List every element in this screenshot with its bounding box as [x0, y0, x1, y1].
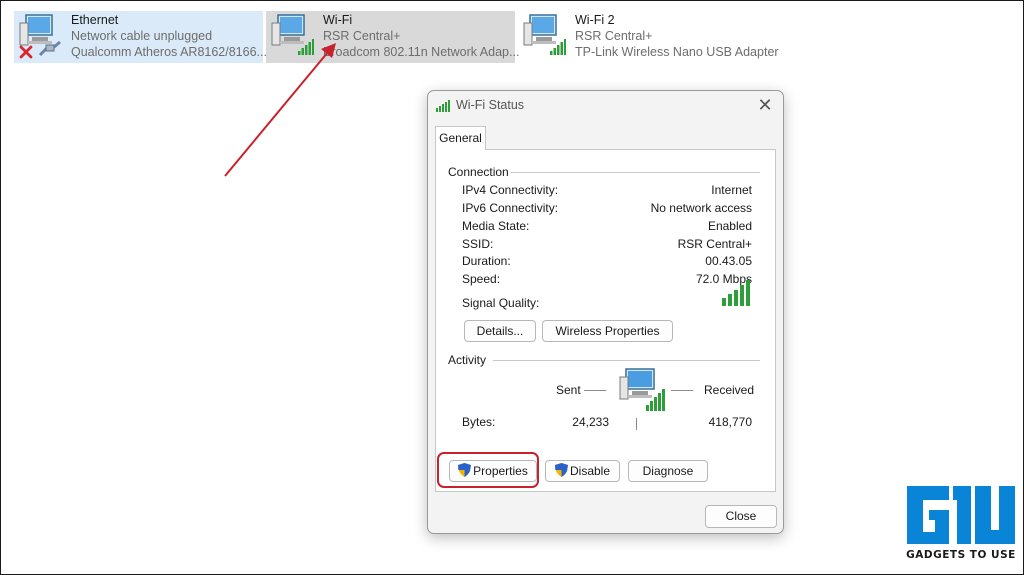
divider	[671, 390, 693, 391]
dialog-titlebar[interactable]: Wi-Fi Status ✕	[428, 91, 783, 121]
row-label: Speed:	[462, 272, 501, 286]
gadgets-to-use-logo: GADGETS TO USE	[905, 482, 1017, 570]
disable-button[interactable]: Disable	[545, 460, 620, 482]
divider	[636, 418, 637, 430]
divider	[511, 172, 760, 173]
bytes-received-value: 418,770	[708, 415, 752, 429]
row-label: IPv6 Connectivity:	[462, 201, 559, 215]
row-label: Signal Quality:	[462, 296, 540, 310]
bytes-label: Bytes:	[462, 415, 496, 429]
general-panel: Connection IPv4 Connectivity: Internet I…	[435, 149, 776, 492]
row-value: Internet	[711, 183, 752, 197]
divider	[584, 390, 606, 391]
wireless-properties-button[interactable]: Wireless Properties	[542, 320, 673, 342]
info-row: IPv4 Connectivity: Internet	[462, 183, 752, 201]
sent-label: Sent	[556, 383, 581, 397]
divider	[493, 360, 760, 361]
row-value: Enabled	[707, 219, 752, 233]
info-row: SSID: RSR Central+	[462, 237, 752, 255]
disable-label: Disable	[569, 464, 611, 478]
info-row: IPv6 Connectivity: No network access	[462, 201, 752, 219]
row-label: Duration:	[462, 254, 511, 268]
annotation-highlight	[437, 452, 539, 488]
uac-shield-icon	[554, 463, 568, 483]
diagnose-button[interactable]: Diagnose	[628, 460, 708, 482]
logo-text: GADGETS TO USE	[906, 549, 1016, 561]
row-value: 00.43.05	[705, 254, 752, 268]
tab-general[interactable]: General	[435, 126, 486, 150]
signal-row: Signal Quality:	[462, 296, 752, 314]
signal-quality-icon	[722, 280, 752, 311]
logo-mark	[905, 482, 1017, 548]
dialog-title: Wi-Fi Status	[456, 98, 525, 112]
close-button[interactable]: Close	[705, 505, 777, 528]
row-label: IPv4 Connectivity:	[462, 183, 559, 197]
details-button[interactable]: Details...	[464, 320, 536, 342]
row-label: SSID:	[462, 237, 494, 251]
row-label: Media State:	[462, 219, 530, 233]
close-icon[interactable]: ✕	[755, 96, 775, 116]
signal-bars-icon	[436, 99, 452, 117]
row-value: RSR Central+	[677, 237, 752, 251]
received-label: Received	[704, 383, 755, 397]
row-value: No network access	[650, 201, 752, 215]
bytes-sent-value: 24,233	[572, 415, 609, 429]
activity-group-label: Activity	[448, 353, 495, 367]
info-row: Duration: 00.43.05	[462, 254, 752, 272]
activity-computer-icon	[612, 365, 668, 416]
info-row: Media State: Enabled	[462, 219, 752, 237]
info-row: Speed: 72.0 Mbps	[462, 272, 752, 290]
connection-group-label: Connection	[448, 165, 517, 179]
